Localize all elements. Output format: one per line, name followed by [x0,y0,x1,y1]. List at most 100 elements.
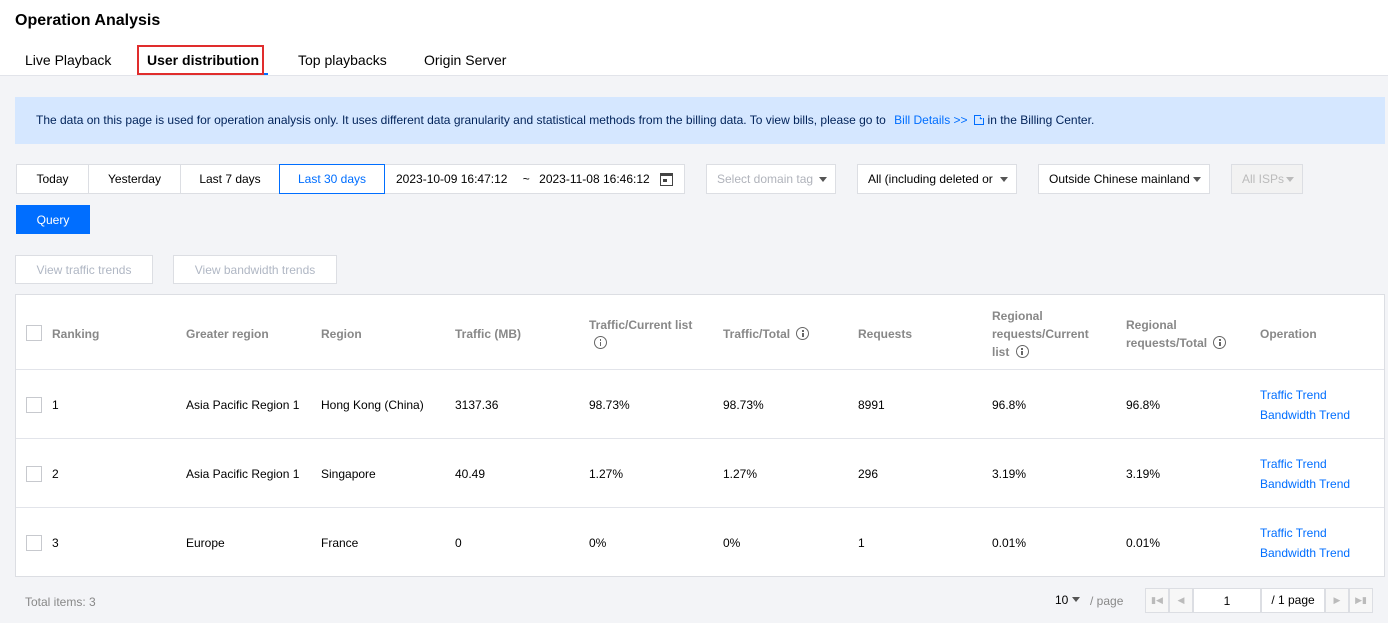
cell-traffic-current: 1.27% [589,467,624,481]
domain-tag-select[interactable]: Select domain tag [706,164,836,194]
cell-traffic: 3137.36 [455,398,499,412]
external-link-icon[interactable] [973,113,986,125]
cell-traffic-total: 0% [723,536,741,550]
cell-req-current: 3.19% [992,467,1027,481]
chevron-down-icon [1000,177,1008,182]
first-page-button[interactable]: ▮◀ [1145,588,1169,613]
info-icon[interactable] [796,327,810,340]
cell-requests: 296 [858,467,879,481]
col-greater-region: Greater region [186,327,269,341]
info-icon[interactable] [594,336,607,349]
next-page-button[interactable]: ▶ [1325,588,1349,613]
calendar-icon[interactable] [660,173,673,186]
table-row: 3 Europe France 0 0% 0% 1 0.01% 0.01% Tr… [16,508,1384,577]
table-row: 1 Asia Pacific Region 1 Hong Kong (China… [16,370,1384,439]
chevron-down-icon [1193,177,1201,182]
cell-operation: Traffic Trend Bandwidth Trend [1260,385,1350,425]
cell-operation: Traffic Trend Bandwidth Trend [1260,523,1350,563]
cell-greater-region: Europe [186,536,225,550]
region-scope-value: Outside Chinese mainland [1049,172,1190,186]
cell-requests: 1 [858,536,865,550]
first-page-icon: ▮◀ [1151,595,1163,605]
tab-origin-server[interactable]: Origin Server [424,52,506,68]
col-requests: Requests [858,327,913,341]
cell-region: Singapore [321,467,376,481]
prev-page-button[interactable]: ◀ [1169,588,1193,613]
view-bandwidth-trends-button: View bandwidth trends [173,255,337,284]
select-all-checkbox[interactable] [26,325,42,341]
row-checkbox[interactable] [26,535,42,551]
isp-value: All ISPs [1242,172,1285,186]
bandwidth-trend-link[interactable]: Bandwidth Trend [1260,474,1350,494]
time-range-last-7-days[interactable]: Last 7 days [180,164,280,194]
page-number-input[interactable] [1193,588,1261,613]
cell-requests: 8991 [858,398,885,412]
cell-traffic: 40.49 [455,467,486,481]
bandwidth-trend-link[interactable]: Bandwidth Trend [1260,543,1350,563]
date-range-picker[interactable]: 2023-10-09 16:47:12 ~ 2023-11-08 16:46:1… [384,164,685,194]
per-page-label: / page [1090,594,1124,608]
table-row: 2 Asia Pacific Region 1 Singapore 40.49 … [16,439,1384,508]
bill-details-link[interactable]: Bill Details >> [894,113,967,127]
cell-req-total: 96.8% [1126,398,1161,412]
cell-ranking: 2 [52,467,59,481]
last-page-button[interactable]: ▶▮ [1349,588,1373,613]
page-header: Operation Analysis Live Playback User di… [0,0,1388,76]
cell-greater-region: Asia Pacific Region 1 [186,398,300,412]
col-rrt-line2: requests/Total [1126,336,1208,350]
traffic-trend-link[interactable]: Traffic Trend [1260,385,1350,405]
cell-traffic-current: 98.73% [589,398,630,412]
col-rrcl-line2: requests/Current [992,327,1089,341]
info-icon[interactable] [1015,345,1029,358]
cell-traffic-total: 98.73% [723,398,764,412]
info-icon[interactable] [1213,336,1227,349]
notice-text: The data on this page is used for operat… [36,113,886,127]
cell-greater-region: Asia Pacific Region 1 [186,467,300,481]
cell-ranking: 3 [52,536,59,550]
cell-req-total: 0.01% [1126,536,1161,550]
cell-region: France [321,536,359,550]
row-checkbox[interactable] [26,397,42,413]
chevron-down-icon [1072,597,1081,602]
cell-traffic-total: 1.27% [723,467,758,481]
prev-page-icon: ◀ [1177,595,1185,605]
col-traffic-total: Traffic/Total [723,325,810,343]
date-end: 2023-11-08 16:46:12 [539,172,650,186]
row-checkbox[interactable] [26,466,42,482]
cell-region: Hong Kong (China) [321,398,424,412]
col-ranking: Ranking [52,327,100,341]
col-traffic-total-label: Traffic/Total [723,327,791,341]
isp-select: All ISPs [1231,164,1303,194]
col-rrcl-line3: list [992,345,1010,359]
query-button[interactable]: Query [16,205,90,234]
chevron-down-icon [1286,177,1294,182]
total-items: Total items: 3 [25,595,96,609]
region-scope-select[interactable]: Outside Chinese mainland [1038,164,1210,194]
page-size-select[interactable]: 10 [1055,593,1081,607]
domain-scope-select[interactable]: All (including deleted or [857,164,1017,194]
cell-req-total: 3.19% [1126,467,1161,481]
col-traffic: Traffic (MB) [455,327,521,341]
cell-ranking: 1 [52,398,59,412]
last-page-icon: ▶▮ [1355,595,1367,605]
tab-top-playbacks[interactable]: Top playbacks [298,52,387,68]
time-range-last-30-days[interactable]: Last 30 days [279,164,385,194]
time-range-today[interactable]: Today [16,164,89,194]
notice-text-after: in the Billing Center. [987,113,1095,127]
cell-req-current: 0.01% [992,536,1027,550]
domain-scope-value: All (including deleted or [868,172,993,186]
cell-traffic: 0 [455,536,462,550]
tab-highlight-box [137,45,264,75]
col-region: Region [321,327,362,341]
time-range-yesterday[interactable]: Yesterday [88,164,181,194]
next-page-icon: ▶ [1333,595,1341,605]
bandwidth-trend-link[interactable]: Bandwidth Trend [1260,405,1350,425]
cell-req-current: 96.8% [992,398,1027,412]
col-traffic-current-list: Traffic/Current list [589,316,692,352]
traffic-trend-link[interactable]: Traffic Trend [1260,454,1350,474]
cell-traffic-current: 0% [589,536,607,550]
traffic-trend-link[interactable]: Traffic Trend [1260,523,1350,543]
total-pages: / 1 page [1261,588,1325,613]
col-regional-requests-total: Regional requests/Total [1126,316,1227,352]
tab-live-playback[interactable]: Live Playback [25,52,111,68]
